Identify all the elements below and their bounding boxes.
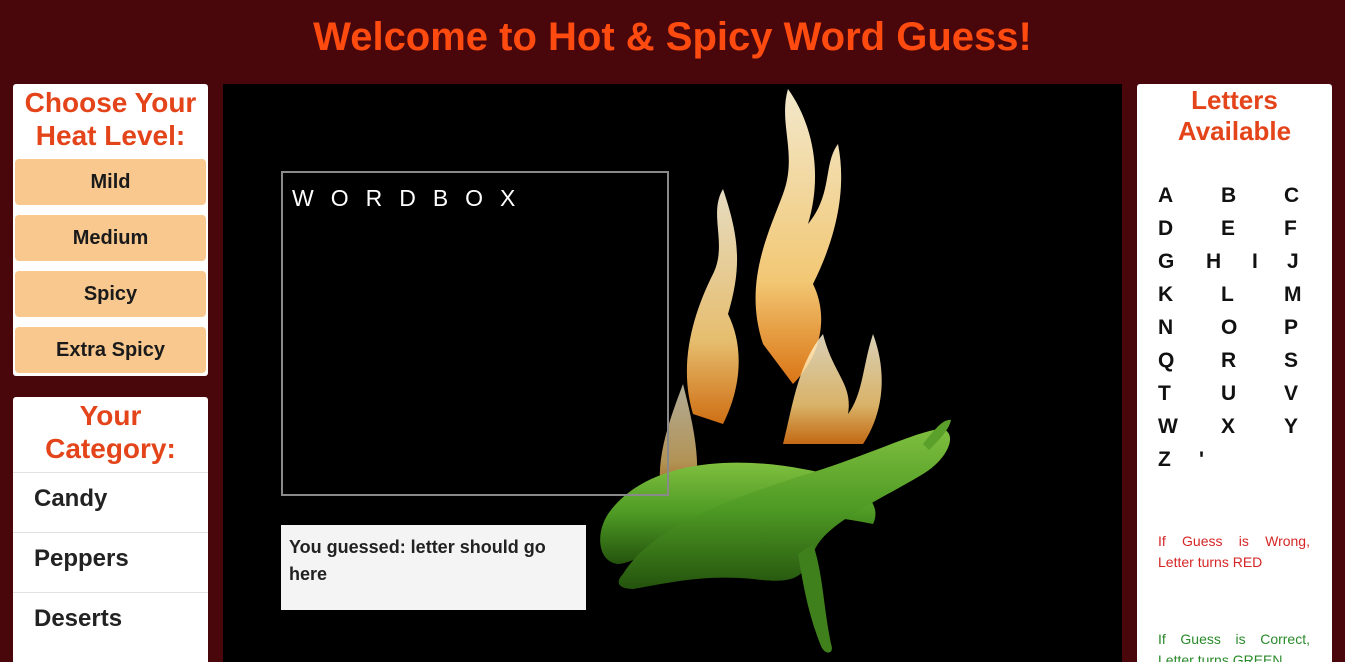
letter-i[interactable]: I [1252,250,1258,274]
letter-k[interactable]: K [1158,283,1173,307]
letter-g[interactable]: G [1158,250,1174,274]
letter-m[interactable]: M [1284,283,1302,307]
flame-shape [755,89,842,384]
category-panel: Your Category: Candy Peppers Deserts [13,397,208,662]
letter-q[interactable]: Q [1158,349,1174,373]
letter-j[interactable]: J [1287,250,1299,274]
letter-u[interactable]: U [1221,382,1236,406]
category-item-candy[interactable]: Candy [13,472,208,532]
letter-w[interactable]: W [1158,415,1178,439]
stage-image: WORDBOX You guessed: letter should go he… [223,84,1122,662]
category-item-peppers[interactable]: Peppers [13,532,208,592]
letter-f[interactable]: F [1284,217,1297,241]
letter-e[interactable]: E [1221,217,1235,241]
guess-output: You guessed: letter should go here [281,525,586,610]
letter-c[interactable]: C [1284,184,1299,208]
pepper-shape [798,544,832,653]
hint-wrong: If Guess is Wrong, Letter turns RED [1158,533,1310,570]
letter-h[interactable]: H [1206,250,1221,274]
wordbox: WORDBOX [281,171,669,496]
heat-medium-button[interactable]: Medium [15,215,206,261]
category-list: Candy Peppers Deserts [13,472,208,652]
letter-a[interactable]: A [1158,184,1173,208]
letter-r[interactable]: R [1221,349,1236,373]
hint-correct: If Guess is Correct, Letter turns GREEN [1158,631,1310,662]
flame-shape [686,189,739,424]
page-title: Welcome to Hot & Spicy Word Guess! [313,15,1032,59]
letter-n[interactable]: N [1158,316,1173,340]
letter-o[interactable]: O [1221,316,1237,340]
heat-level-panel: Choose Your Heat Level: Mild Medium Spic… [13,84,208,376]
letter-d[interactable]: D [1158,217,1173,241]
letter-x[interactable]: X [1221,415,1235,439]
heat-level-heading: Choose Your Heat Level: [24,87,197,151]
letter-s[interactable]: S [1284,349,1298,373]
category-item-deserts[interactable]: Deserts [13,592,208,652]
category-heading: Your Category: [45,400,176,464]
letters-panel: Letters Available A B C D E F G H I J K L M N O P Q R S T U V… [1137,84,1332,662]
letter-apostrophe[interactable]: ' [1199,448,1204,472]
letter-t[interactable]: T [1158,382,1171,406]
letter-p[interactable]: P [1284,316,1298,340]
letter-z[interactable]: Z [1158,448,1171,472]
letter-l[interactable]: L [1221,283,1234,307]
wordbox-label: WORDBOX [292,185,533,211]
letters-heading: Letters Available [1177,85,1292,146]
letter-b[interactable]: B [1221,184,1236,208]
letter-y[interactable]: Y [1284,415,1298,439]
letter-v[interactable]: V [1284,382,1298,406]
heat-extra-spicy-button[interactable]: Extra Spicy [15,327,206,373]
heat-mild-button[interactable]: Mild [15,159,206,205]
heat-spicy-button[interactable]: Spicy [15,271,206,317]
